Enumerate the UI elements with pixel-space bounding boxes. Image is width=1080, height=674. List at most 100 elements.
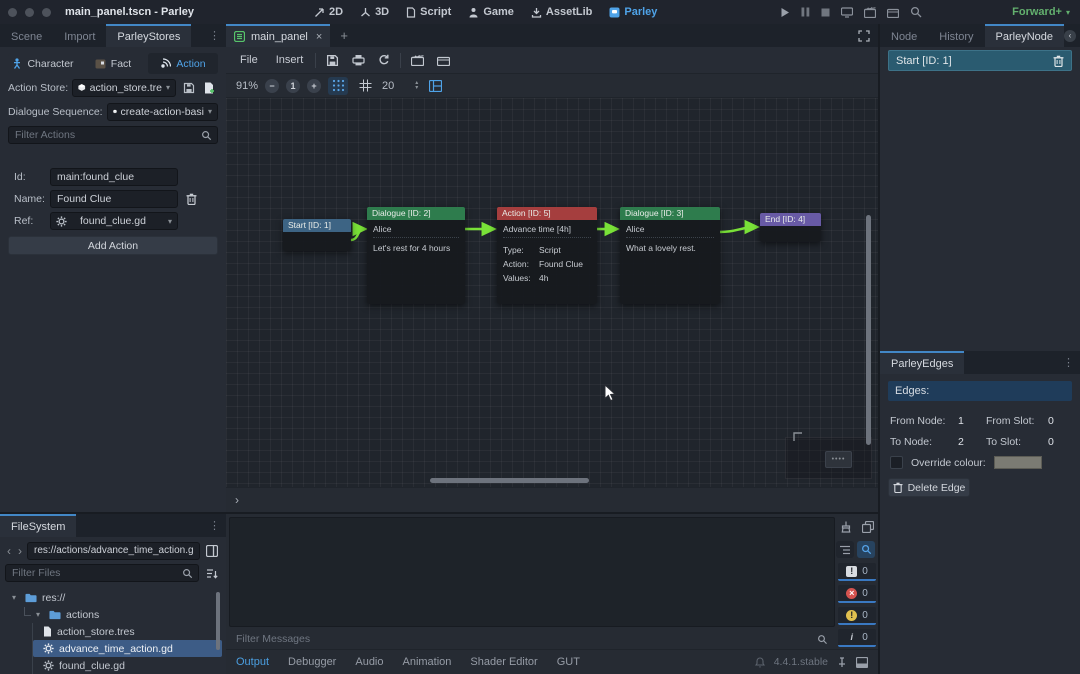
minimap-toggle-button[interactable] [425, 77, 445, 95]
tree-row-file[interactable]: action_store.tres [33, 623, 222, 640]
horizontal-scrollbar[interactable] [430, 478, 589, 483]
stop-button[interactable] [821, 8, 830, 17]
delete-edge-button[interactable]: Delete Edge [888, 478, 970, 497]
tab-node[interactable]: Node [880, 24, 928, 47]
tree-row-file[interactable]: found_clue.gd [33, 657, 222, 674]
id-input[interactable] [50, 168, 178, 186]
name-input[interactable] [50, 190, 178, 208]
search-messages-button[interactable] [857, 541, 875, 558]
snap-distance-spinner[interactable]: ▴▾ [415, 81, 418, 91]
tree-row-actions-folder[interactable]: ▾ actions [4, 606, 222, 623]
pause-button[interactable] [801, 7, 810, 17]
minimap-resize-button[interactable]: •••• [825, 451, 852, 468]
filter-messages-input[interactable] [236, 630, 817, 648]
collapse-messages-button[interactable] [836, 541, 854, 558]
tab-scene[interactable]: Scene [0, 24, 53, 47]
tab-import[interactable]: Import [53, 24, 106, 47]
filter-warnings-badge[interactable]: ! 0 [838, 607, 876, 625]
bottom-tab-debugger[interactable]: Debugger [288, 656, 336, 668]
graph-node-dialogue-3[interactable]: Dialogue [ID: 3] Alice What a lovely res… [620, 207, 720, 304]
new-store-button[interactable] [201, 79, 218, 96]
scene-tab-main-panel[interactable]: main_panel × [226, 24, 330, 47]
current-path-field[interactable] [27, 542, 200, 560]
dock-menu-icon[interactable]: ⋮ [203, 24, 226, 47]
menu-file[interactable]: File [234, 54, 264, 66]
bottom-tab-animation[interactable]: Animation [403, 656, 452, 668]
tab-3d[interactable]: 3D [360, 6, 389, 18]
tree-scrollbar[interactable] [216, 592, 220, 650]
dock-menu-icon[interactable]: ⋮ [1057, 351, 1080, 374]
clear-output-button[interactable] [838, 519, 854, 535]
test-dialogue-button[interactable] [348, 51, 368, 69]
delete-action-button[interactable] [182, 190, 201, 208]
spinner-down-icon[interactable]: ▾ [415, 86, 418, 91]
tab-script[interactable]: Script [406, 6, 451, 18]
delete-node-button[interactable] [1053, 55, 1064, 67]
graph-node-dialogue-2[interactable]: Dialogue [ID: 2] Alice Let's rest for 4 … [367, 207, 465, 304]
bottom-tab-shader-editor[interactable]: Shader Editor [470, 656, 537, 668]
notification-bell-icon[interactable] [755, 657, 765, 668]
filter-files-input[interactable] [5, 564, 199, 582]
add-action-button[interactable]: Add Action [8, 236, 218, 255]
tab-parleyedges[interactable]: ParleyEdges [880, 351, 964, 374]
zoom-in-button[interactable]: + [307, 79, 321, 93]
tab-game[interactable]: Game [468, 6, 514, 18]
graph-canvas[interactable]: Start [ID: 1] Dialogue [ID: 2] Alice Let… [226, 98, 878, 487]
sort-files-button[interactable] [203, 565, 221, 582]
history-forward-icon[interactable]: › [16, 544, 24, 558]
history-back-icon[interactable]: ‹ [5, 544, 13, 558]
prev-tab-icon[interactable]: ‹ [1064, 30, 1076, 42]
action-store-dropdown[interactable]: action_store.tre ▾ [72, 79, 176, 97]
graph-node-start[interactable]: Start [ID: 1] [283, 219, 351, 251]
run-sequence-button[interactable] [407, 51, 427, 69]
renderer-selector[interactable]: Forward+ ▾ [1012, 0, 1070, 24]
tab-assetlib[interactable]: AssetLib [531, 6, 592, 18]
colour-swatch[interactable] [994, 456, 1042, 469]
remote-debug-icon[interactable] [841, 7, 853, 18]
dock-menu-icon[interactable]: ⋮ [203, 514, 226, 537]
profiler-icon[interactable] [910, 6, 922, 18]
vertical-scrollbar[interactable] [866, 215, 871, 445]
tab-history[interactable]: History [928, 24, 984, 47]
menu-insert[interactable]: Insert [270, 54, 310, 66]
tab-fact[interactable]: Fact [78, 53, 148, 74]
filter-actions-input[interactable] [8, 126, 218, 144]
window-zoom-button[interactable] [42, 8, 51, 17]
tab-filesystem[interactable]: FileSystem [0, 514, 76, 537]
chevron-down-icon[interactable]: ▾ [36, 610, 44, 619]
close-icon[interactable]: × [316, 31, 322, 43]
distraction-free-button[interactable] [850, 24, 878, 47]
play-button[interactable] [780, 7, 790, 18]
tree-row-file-selected[interactable]: advance_time_action.gd [33, 640, 222, 657]
filter-info-badge[interactable]: i 0 [838, 629, 876, 647]
bottom-tab-audio[interactable]: Audio [355, 656, 383, 668]
save-store-button[interactable] [180, 79, 197, 96]
graph-node-action-5[interactable]: Action [ID: 5] Advance time [4h] Type:Sc… [497, 207, 597, 304]
filter-all-badge[interactable]: ! 0 [838, 563, 876, 581]
movie-maker-icon[interactable] [864, 7, 876, 18]
split-mode-button[interactable] [203, 542, 221, 559]
tree-row-root[interactable]: ▾ res:// [4, 589, 222, 606]
window-minimize-button[interactable] [25, 8, 34, 17]
tab-parley[interactable]: Parley [609, 6, 657, 18]
tab-2d[interactable]: 2D [314, 6, 343, 18]
window-close-button[interactable] [8, 8, 17, 17]
movie-writer-icon[interactable] [887, 7, 899, 18]
pin-bottom-panel-icon[interactable] [837, 657, 847, 668]
copy-output-button[interactable] [860, 519, 876, 535]
zoom-reset-button[interactable]: 1 [286, 79, 300, 93]
override-colour-checkbox[interactable] [890, 456, 903, 469]
tab-parleystores[interactable]: ParleyStores [106, 24, 191, 47]
ref-dropdown[interactable]: found_clue.gd ▾ [50, 212, 178, 230]
tab-parleynode[interactable]: ParleyNode [985, 24, 1064, 47]
bottom-tab-output[interactable]: Output [236, 656, 269, 668]
graph-node-end[interactable]: End [ID: 4] [760, 213, 821, 242]
tab-action[interactable]: Action [148, 53, 218, 74]
chevron-down-icon[interactable]: ▾ [12, 593, 20, 602]
save-button[interactable] [322, 51, 342, 69]
grid-toggle-button[interactable] [355, 77, 375, 95]
output-log-area[interactable] [229, 517, 835, 627]
selected-node-header[interactable]: Start [ID: 1] [888, 50, 1072, 71]
reset-view-button[interactable] [374, 51, 394, 69]
bottom-tab-gut[interactable]: GUT [557, 656, 580, 668]
